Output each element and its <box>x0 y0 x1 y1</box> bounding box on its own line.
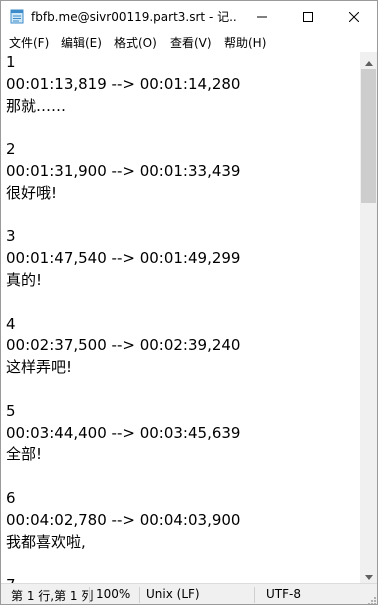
text-line: 4 <box>6 314 16 333</box>
text-line: 很好哦! <box>6 183 58 202</box>
text-editor[interactable]: 1 00:01:13,819 --> 00:01:14,280 那就…… 2 00:01… <box>1 52 360 583</box>
menu-view[interactable]: 查看(V) <box>170 34 212 51</box>
status-encoding: UTF-8 <box>266 587 301 601</box>
scroll-down-button[interactable] <box>360 566 377 583</box>
status-position: 第 1 行,第 1 列 <box>11 589 94 603</box>
text-line: 这样弄吧! <box>6 358 73 377</box>
scroll-thumb[interactable] <box>361 69 376 203</box>
text-line: 00:02:37,500 --> 00:02:39,240 <box>6 336 241 355</box>
menu-format[interactable]: 格式(O) <box>114 34 157 51</box>
scroll-up-button[interactable] <box>360 52 377 69</box>
menu-file[interactable]: 文件(F) <box>9 34 49 51</box>
text-line: 00:03:44,400 --> 00:03:45,639 <box>6 423 241 442</box>
text-line: 1 <box>6 53 16 71</box>
text-line: 00:01:47,540 --> 00:01:49,299 <box>6 249 241 268</box>
minimize-icon <box>257 7 267 26</box>
chevron-down-icon <box>364 565 373 584</box>
minimize-button[interactable] <box>239 1 285 31</box>
text-line: 5 <box>6 401 16 420</box>
text-line: 2 <box>6 140 16 159</box>
text-line: 00:01:31,900 --> 00:01:33,439 <box>6 161 241 180</box>
text-line: 6 <box>6 488 16 507</box>
text-line: 真的! <box>6 270 43 289</box>
status-divider <box>89 587 90 603</box>
status-zoom: 100% <box>96 587 131 601</box>
text-line: 我都喜欢啦, <box>6 532 86 551</box>
chevron-up-icon <box>364 51 373 70</box>
notepad-icon <box>10 8 24 24</box>
menu-edit[interactable]: 编辑(E) <box>61 34 102 51</box>
title-bar[interactable]: fbfb.me@sivr00119.part3.srt - 记... <box>1 1 377 31</box>
text-line <box>6 292 240 314</box>
maximize-button[interactable] <box>285 1 331 31</box>
text-line: 3 <box>6 227 16 246</box>
text-line <box>6 205 240 227</box>
text-line <box>6 117 240 139</box>
close-icon <box>348 7 360 26</box>
status-line-ending: Unix (LF) <box>146 587 200 601</box>
text-line: 那就…… <box>6 96 67 115</box>
notepad-window: fbfb.me@sivr00119.part3.srt - 记... 文件(F)… <box>0 0 378 605</box>
status-divider <box>254 587 255 603</box>
editor-text: 1 00:01:13,819 --> 00:01:14,280 那就…… 2 00:01… <box>6 52 240 583</box>
vertical-scrollbar[interactable] <box>360 52 377 583</box>
text-line: 00:01:13,819 --> 00:01:14,280 <box>6 74 241 93</box>
close-button[interactable] <box>331 1 377 31</box>
text-line: 全部! <box>6 445 43 464</box>
window-title: fbfb.me@sivr00119.part3.srt - 记... <box>31 10 236 24</box>
maximize-icon <box>303 7 313 26</box>
resize-grip-icon[interactable] <box>366 594 376 604</box>
text-line: 00:04:02,780 --> 00:04:03,900 <box>6 510 241 529</box>
status-divider <box>139 587 140 603</box>
text-line <box>6 553 240 575</box>
text-line <box>6 379 240 401</box>
text-line: 7 <box>6 575 240 583</box>
status-bar: 第 1 行,第 1 列 100% Unix (LF) UTF-8 <box>1 583 377 604</box>
menu-help[interactable]: 帮助(H) <box>224 34 266 51</box>
menu-bar: 文件(F) 编辑(E) 格式(O) 查看(V) 帮助(H) <box>1 31 377 51</box>
text-line <box>6 466 240 488</box>
